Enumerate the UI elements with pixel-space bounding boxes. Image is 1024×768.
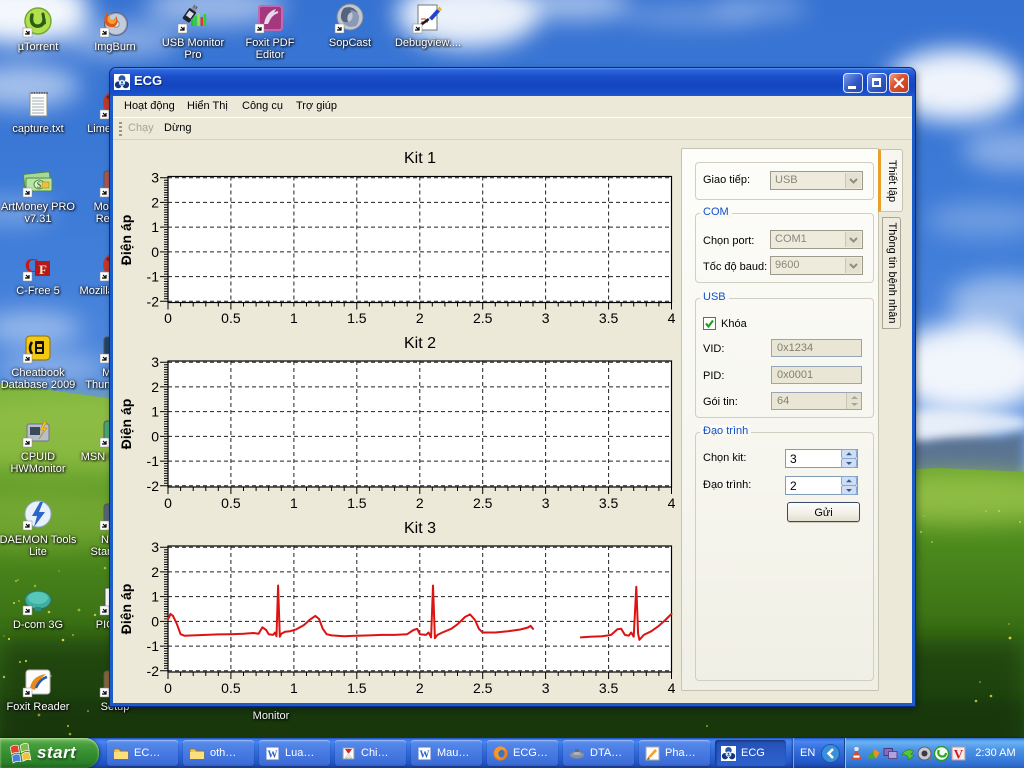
svg-text:Kit 1: Kit 1 — [404, 150, 436, 167]
svg-text:Điện áp: Điện áp — [118, 215, 134, 266]
svg-text:W: W — [420, 749, 430, 760]
svg-text:-2: -2 — [147, 478, 160, 494]
svg-text:0: 0 — [164, 680, 172, 696]
svg-text:Kit 2: Kit 2 — [404, 335, 436, 352]
svg-text:W: W — [268, 749, 278, 760]
svg-text:4: 4 — [668, 495, 676, 511]
svg-text:3: 3 — [151, 170, 159, 186]
svg-text:Kit 3: Kit 3 — [404, 520, 436, 537]
svg-text:3.5: 3.5 — [599, 310, 619, 326]
svg-text:2: 2 — [151, 564, 159, 580]
svg-text:2: 2 — [416, 495, 424, 511]
svg-text:3: 3 — [542, 310, 550, 326]
svg-text:1: 1 — [151, 404, 159, 420]
svg-text:2.5: 2.5 — [473, 310, 493, 326]
svg-text:Điện áp: Điện áp — [118, 584, 134, 635]
svg-text:-1: -1 — [147, 453, 160, 469]
svg-text:-1: -1 — [147, 638, 160, 654]
svg-text:2: 2 — [151, 379, 159, 395]
svg-text:1: 1 — [290, 680, 298, 696]
svg-text:2: 2 — [416, 680, 424, 696]
svg-text:3: 3 — [151, 354, 159, 370]
svg-text:0: 0 — [151, 244, 159, 260]
svg-text:2.5: 2.5 — [473, 495, 493, 511]
svg-text:$: $ — [37, 180, 42, 190]
svg-text:0: 0 — [151, 613, 159, 629]
svg-text:0.5: 0.5 — [221, 310, 241, 326]
svg-text:0.5: 0.5 — [221, 680, 241, 696]
svg-text:-1: -1 — [147, 269, 160, 285]
svg-text:3: 3 — [542, 680, 550, 696]
svg-text:1.5: 1.5 — [347, 310, 367, 326]
svg-text:0: 0 — [164, 310, 172, 326]
svg-text:0: 0 — [164, 495, 172, 511]
svg-text:4: 4 — [668, 310, 676, 326]
svg-text:3: 3 — [542, 495, 550, 511]
svg-text:2: 2 — [416, 310, 424, 326]
svg-text:-2: -2 — [147, 293, 160, 309]
svg-text:3.5: 3.5 — [599, 680, 619, 696]
svg-text:Điện áp: Điện áp — [118, 399, 134, 450]
svg-text:0: 0 — [151, 428, 159, 444]
svg-text:2.5: 2.5 — [473, 680, 493, 696]
svg-text:V: V — [954, 746, 964, 761]
svg-text:1: 1 — [151, 219, 159, 235]
svg-text:1.5: 1.5 — [347, 680, 367, 696]
svg-text:3.5: 3.5 — [599, 495, 619, 511]
svg-text:-2: -2 — [147, 663, 160, 679]
svg-text:F: F — [39, 262, 47, 277]
svg-text:1: 1 — [290, 310, 298, 326]
svg-text:1: 1 — [151, 589, 159, 605]
svg-text:4: 4 — [668, 680, 676, 696]
svg-text:2: 2 — [151, 194, 159, 210]
svg-text:1: 1 — [290, 495, 298, 511]
svg-text:0.5: 0.5 — [221, 495, 241, 511]
svg-text:3: 3 — [151, 539, 159, 555]
svg-text:1.5: 1.5 — [347, 495, 367, 511]
